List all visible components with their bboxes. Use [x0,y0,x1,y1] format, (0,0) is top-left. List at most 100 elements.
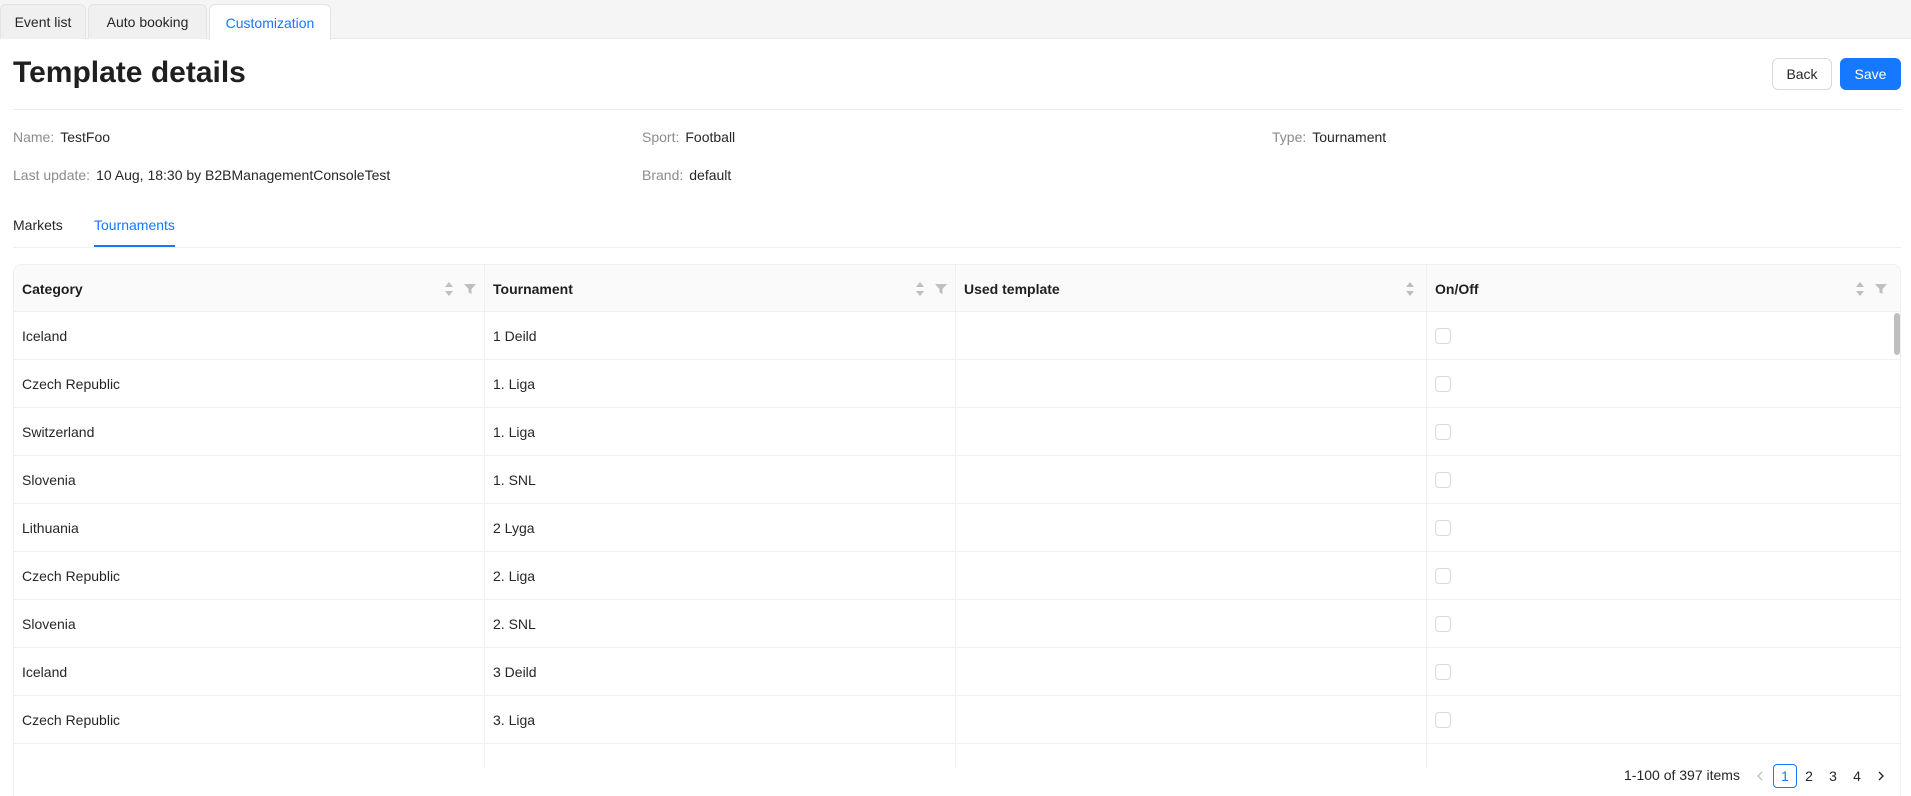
tab-customization[interactable]: Customization [209,4,331,40]
chevron-right-icon[interactable] [1869,764,1893,788]
cell-used-template [956,552,1426,600]
column-header-used-template: Used template [964,280,1060,297]
filter-icon[interactable] [464,283,476,295]
header-divider [13,109,1901,110]
field-type: Type: Tournament [1272,129,1387,145]
cell-used-template [956,456,1426,504]
cell-tournament: 1. Liga [493,424,536,440]
field-sport-value: Football [685,129,736,145]
cell-used-template [956,696,1426,744]
cell-used-template [956,312,1426,360]
cell-category: Czech Republic [22,568,121,584]
table-row: Switzerland 1. Liga [14,408,1900,456]
column-header-on-off: On/Off [1435,280,1479,297]
cell-category: Slovenia [22,616,76,632]
filter-icon[interactable] [1875,283,1887,295]
field-name-label: Name [13,129,51,145]
field-sport: Sport: Football [642,129,736,145]
cell-on-off [1427,312,1897,360]
cell-used-template [956,408,1426,456]
cell-on-off [1427,504,1897,552]
tab-markets[interactable]: Markets [13,217,63,233]
tab-event-list[interactable]: Event list [0,4,86,39]
cell-on-off [1427,408,1897,456]
field-name: Name: TestFoo [13,129,111,145]
on-off-checkbox[interactable] [1435,424,1451,440]
cell-category: Lithuania [22,520,79,536]
cell-tournament: 3. Liga [493,712,536,728]
cell-on-off [1427,648,1897,696]
tab-tournaments[interactable]: Tournaments [94,217,175,233]
cell-tournament: 2 Lyga [493,520,535,536]
page-3-button[interactable]: 3 [1821,764,1845,788]
sort-icon[interactable] [915,281,925,297]
cell-used-template [956,648,1426,696]
field-last-update-value: 10 Aug, 18:30 by B2BManagementConsoleTes… [96,167,391,183]
on-off-checkbox[interactable] [1435,568,1451,584]
table-row: Slovenia 1. SNL [14,456,1900,504]
sort-icon[interactable] [1405,281,1415,297]
filter-icon[interactable] [935,283,947,295]
page-4-button[interactable]: 4 [1845,764,1869,788]
cell-on-off [1427,696,1897,744]
on-off-checkbox[interactable] [1435,616,1451,632]
table-row-partial [14,744,1900,768]
field-last-update: Last update: 10 Aug, 18:30 by B2BManageme… [13,167,391,183]
field-type-label: Type [1272,129,1303,145]
page-title: Template details [13,56,246,89]
table-row: Czech Republic 1. Liga [14,360,1900,408]
table-row: Iceland 1 Deild [14,312,1900,360]
cell-tournament: 1. Liga [493,376,536,392]
sort-icon[interactable] [1855,281,1865,297]
cell-on-off [1427,552,1897,600]
cell-on-off [1427,600,1897,648]
column-header-tournament: Tournament [493,280,573,297]
cell-used-template [956,360,1426,408]
top-tab-bar: Event list Auto booking Customization [0,0,1911,40]
on-off-checkbox[interactable] [1435,664,1451,680]
on-off-checkbox[interactable] [1435,472,1451,488]
page-1-button[interactable]: 1 [1773,764,1797,788]
table-scrollbar[interactable] [1894,313,1900,355]
cell-category: Czech Republic [22,712,121,728]
save-button[interactable]: Save [1840,58,1901,90]
chevron-left-icon[interactable] [1748,764,1772,788]
on-off-checkbox[interactable] [1435,328,1451,344]
field-brand-value: default [689,167,732,183]
cell-tournament: 2. Liga [493,568,536,584]
tab-auto-booking[interactable]: Auto booking [88,4,207,39]
tabs-divider [13,247,1901,248]
cell-used-template [956,600,1426,648]
field-last-update-label: Last update [13,167,87,183]
field-sport-label: Sport [642,129,676,145]
field-brand-label: Brand [642,167,680,183]
page-2-button[interactable]: 2 [1797,764,1821,788]
table-row: Iceland 3 Deild [14,648,1900,696]
cell-tournament: 2. SNL [493,616,536,632]
back-button[interactable]: Back [1772,58,1832,90]
cell-category: Iceland [22,328,68,344]
on-off-checkbox[interactable] [1435,520,1451,536]
table-row: Czech Republic 2. Liga [14,552,1900,600]
table-row: Slovenia 2. SNL [14,600,1900,648]
sort-icon[interactable] [444,281,454,297]
cell-category: Slovenia [22,472,76,488]
table-row: Czech Republic 3. Liga [14,696,1900,744]
column-header-category: Category [22,280,83,297]
on-off-checkbox[interactable] [1435,712,1451,728]
cell-category: Switzerland [22,424,95,440]
table-row: Lithuania 2 Lyga [14,504,1900,552]
cell-category: Czech Republic [22,376,121,392]
on-off-checkbox[interactable] [1435,376,1451,392]
field-type-value: Tournament [1312,129,1387,145]
cell-tournament: 1 Deild [493,328,537,344]
cell-on-off [1427,360,1897,408]
field-name-value: TestFoo [60,129,111,145]
cell-tournament: 3 Deild [493,664,537,680]
cell-on-off [1427,456,1897,504]
cell-tournament: 1. SNL [493,472,536,488]
tournaments-table: Category Tournament Used template On/Off… [13,264,1901,796]
cell-category: Iceland [22,664,68,680]
pagination-total: 1-100 of 397 items [1624,767,1740,783]
cell-used-template [956,504,1426,552]
